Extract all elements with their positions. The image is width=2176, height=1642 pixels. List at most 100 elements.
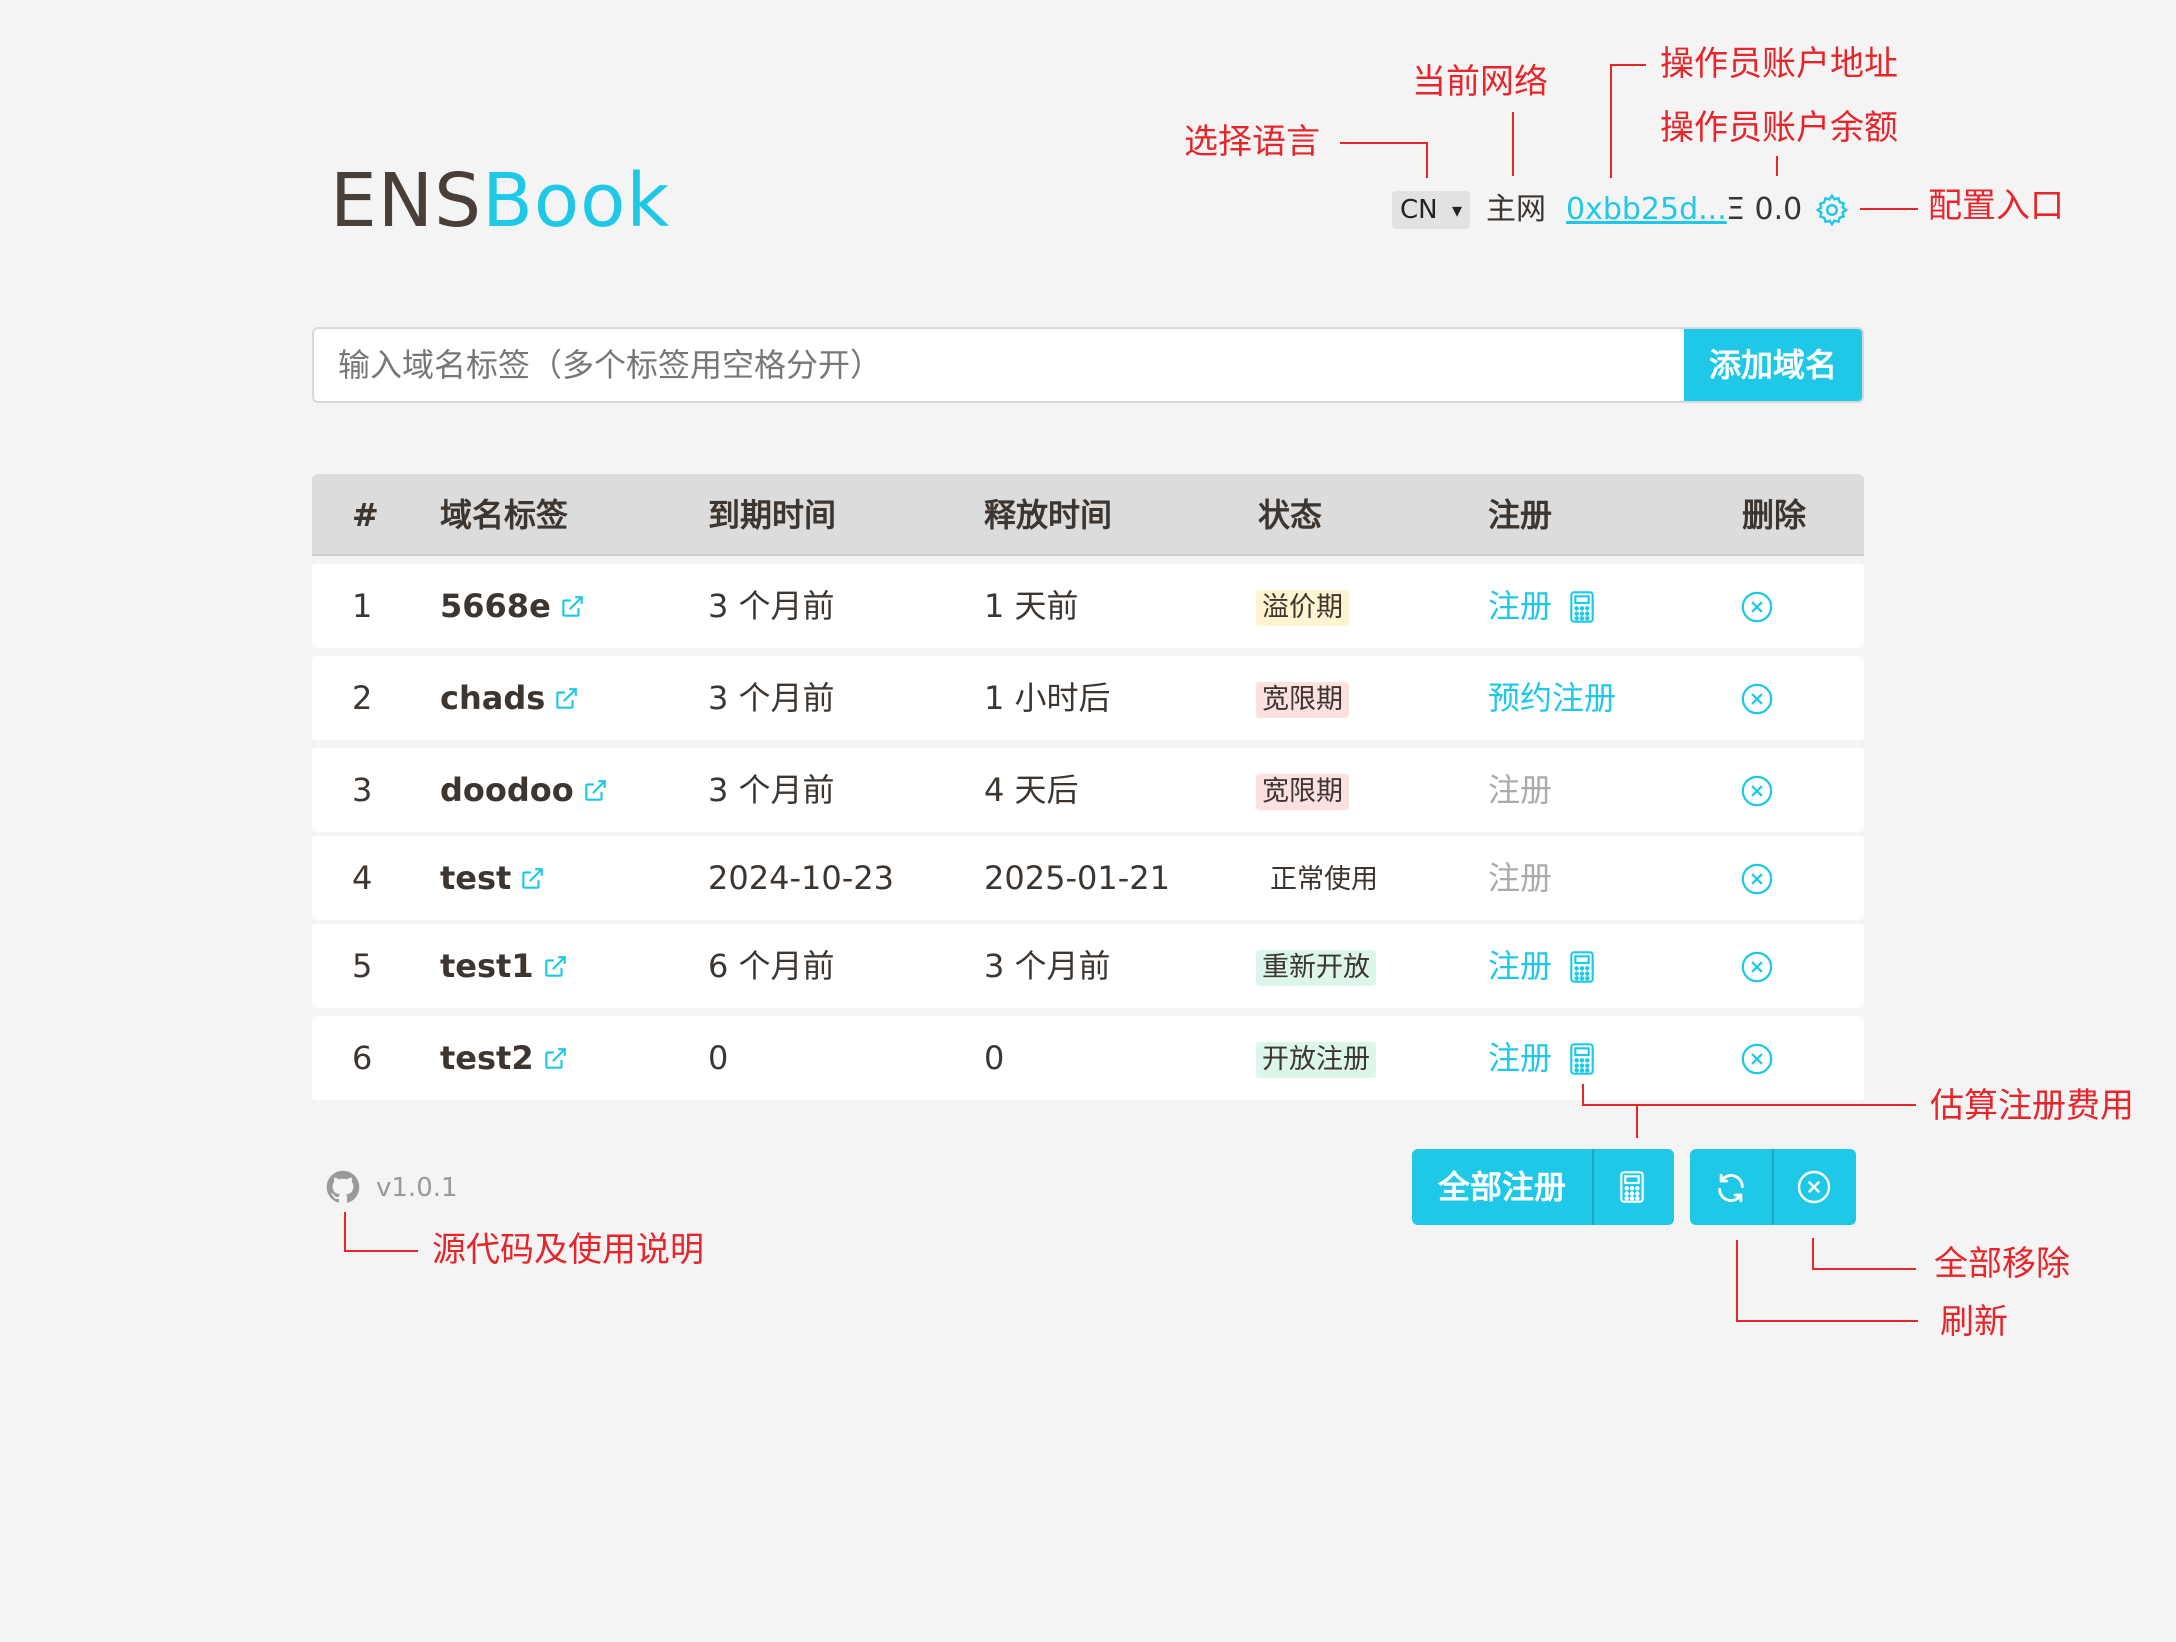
row-expiry: 0 bbox=[708, 1039, 729, 1077]
domain-label-text: test1 bbox=[440, 947, 534, 985]
operator-balance: Ξ 0.0 bbox=[1726, 192, 1803, 227]
calculator-icon[interactable] bbox=[1570, 1043, 1594, 1075]
row-expiry: 3 个月前 bbox=[708, 587, 835, 625]
external-link-icon[interactable] bbox=[553, 686, 579, 712]
annotation-line bbox=[344, 1212, 346, 1252]
annotation-line bbox=[1812, 1238, 1814, 1270]
row-label: doodoo bbox=[440, 748, 608, 832]
annotation-operator-balance: 操作员账户余额 bbox=[1660, 108, 1898, 148]
domain-label-input[interactable] bbox=[314, 329, 1686, 401]
row-release: 2025-01-21 bbox=[984, 859, 1170, 897]
row-index: 5 bbox=[352, 947, 373, 985]
header-label: 域名标签 bbox=[440, 496, 569, 534]
remove-circle-icon[interactable] bbox=[1740, 774, 1774, 808]
reserve-register-link[interactable]: 预约注册 bbox=[1488, 656, 1616, 740]
row-release: 1 天前 bbox=[984, 587, 1079, 625]
row-index: 3 bbox=[352, 771, 373, 809]
calculator-icon[interactable] bbox=[1620, 1171, 1644, 1203]
annotation-line bbox=[1736, 1320, 1918, 1322]
annotation-remove-all: 全部移除 bbox=[1934, 1244, 2070, 1284]
row-expiry: 2024-10-23 bbox=[708, 859, 894, 897]
register-link[interactable]: 注册 bbox=[1488, 1016, 1552, 1100]
table-header: # 域名标签 到期时间 释放时间 状态 注册 删除 bbox=[312, 474, 1864, 556]
row-index: 2 bbox=[352, 679, 373, 717]
row-release: 4 天后 bbox=[984, 771, 1079, 809]
domain-label-text: test bbox=[440, 859, 512, 897]
annotation-line bbox=[1610, 64, 1612, 178]
domain-label-text: doodoo bbox=[440, 771, 574, 809]
annotation-line bbox=[1610, 64, 1646, 66]
status-badge: 正常使用 bbox=[1270, 864, 1378, 895]
table-row: 2 chads 3 个月前 1 小时后 宽限期 预约注册 bbox=[312, 656, 1864, 740]
external-link-icon[interactable] bbox=[519, 866, 545, 892]
row-expiry: 6 个月前 bbox=[708, 947, 835, 985]
status-badge: 开放注册 bbox=[1256, 1042, 1376, 1078]
annotation-estimate-fee: 估算注册费用 bbox=[1930, 1086, 2134, 1126]
header-register: 注册 bbox=[1488, 496, 1553, 534]
header-status: 状态 bbox=[1258, 496, 1323, 534]
annotation-line bbox=[344, 1250, 418, 1252]
domain-label-text: chads bbox=[440, 679, 546, 717]
external-link-icon[interactable] bbox=[559, 594, 585, 620]
header-delete: 删除 bbox=[1742, 496, 1807, 534]
register-all-group: 全部注册 bbox=[1412, 1149, 1674, 1225]
annotation-line bbox=[1512, 112, 1514, 176]
external-link-icon[interactable] bbox=[582, 778, 608, 804]
header-release: 释放时间 bbox=[984, 496, 1113, 534]
calculator-icon[interactable] bbox=[1570, 951, 1594, 983]
annotation-line bbox=[1636, 1104, 1638, 1138]
register-link-disabled: 注册 bbox=[1488, 859, 1553, 897]
domain-search-bar: 添加域名 bbox=[312, 327, 1864, 403]
row-label: test bbox=[440, 836, 545, 920]
calculator-icon[interactable] bbox=[1570, 591, 1594, 623]
remove-all-icon[interactable] bbox=[1796, 1169, 1832, 1205]
status-badge: 重新开放 bbox=[1256, 950, 1376, 986]
status-badge: 宽限期 bbox=[1256, 682, 1349, 718]
annotation-select-language: 选择语言 bbox=[1184, 122, 1320, 162]
table-row: 1 5668e 3 个月前 1 天前 溢价期 注册 bbox=[312, 564, 1864, 648]
domain-label-text: test2 bbox=[440, 1039, 534, 1077]
annotation-line bbox=[1736, 1240, 1738, 1322]
external-link-icon[interactable] bbox=[542, 1046, 568, 1072]
language-select[interactable]: CN ▾ bbox=[1392, 191, 1470, 229]
row-label: test2 bbox=[440, 1016, 568, 1100]
github-icon[interactable] bbox=[326, 1170, 360, 1204]
annotation-refresh: 刷新 bbox=[1940, 1302, 2008, 1342]
logo-ens: ENS bbox=[330, 158, 483, 244]
remove-circle-icon[interactable] bbox=[1740, 1042, 1774, 1076]
settings-gear-icon[interactable] bbox=[1814, 192, 1850, 228]
add-domain-button[interactable]: 添加域名 bbox=[1684, 329, 1862, 401]
row-expiry: 3 个月前 bbox=[708, 771, 835, 809]
row-index: 1 bbox=[352, 587, 373, 625]
logo-book: Book bbox=[482, 158, 671, 244]
remove-circle-icon[interactable] bbox=[1740, 862, 1774, 896]
register-all-button[interactable]: 全部注册 bbox=[1412, 1149, 1592, 1225]
row-release: 3 个月前 bbox=[984, 947, 1111, 985]
remove-circle-icon[interactable] bbox=[1740, 950, 1774, 984]
table-row: 3 doodoo 3 个月前 4 天后 宽限期 注册 bbox=[312, 748, 1864, 832]
annotation-operator-address: 操作员账户地址 bbox=[1660, 44, 1898, 84]
annotation-config-entry: 配置入口 bbox=[1928, 186, 2064, 226]
external-link-icon[interactable] bbox=[542, 954, 568, 980]
button-divider bbox=[1592, 1149, 1594, 1225]
operator-account-link[interactable]: 0xbb25d... bbox=[1566, 190, 1727, 230]
annotation-line bbox=[1860, 208, 1918, 210]
refresh-remove-group bbox=[1690, 1149, 1856, 1225]
header-index: # bbox=[352, 496, 379, 534]
remove-circle-icon[interactable] bbox=[1740, 682, 1774, 716]
language-value: CN bbox=[1400, 195, 1438, 225]
register-link[interactable]: 注册 bbox=[1488, 924, 1552, 1008]
app-logo: ENSBook bbox=[330, 156, 670, 246]
row-label: test1 bbox=[440, 924, 568, 1008]
annotation-line bbox=[1582, 1084, 1584, 1106]
annotation-line bbox=[1776, 156, 1778, 176]
annotation-source-docs: 源代码及使用说明 bbox=[432, 1230, 704, 1270]
row-label: chads bbox=[440, 656, 579, 740]
register-link[interactable]: 注册 bbox=[1488, 564, 1552, 648]
chevron-down-icon: ▾ bbox=[1451, 198, 1462, 222]
network-label: 主网 bbox=[1486, 192, 1546, 227]
row-index: 6 bbox=[352, 1039, 373, 1077]
domain-label-text: 5668e bbox=[440, 587, 551, 625]
refresh-icon[interactable] bbox=[1714, 1171, 1748, 1205]
remove-circle-icon[interactable] bbox=[1740, 590, 1774, 624]
